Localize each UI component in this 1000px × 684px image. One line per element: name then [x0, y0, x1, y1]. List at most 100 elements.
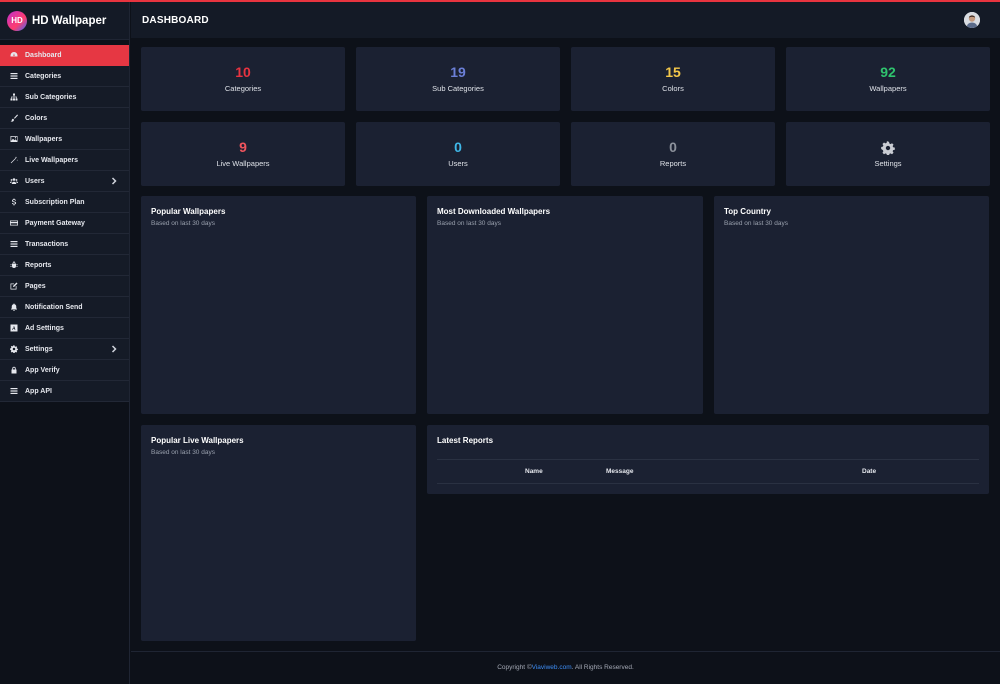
brush-icon — [9, 114, 18, 123]
dashboard-icon — [9, 51, 18, 60]
sidebar-item-live-wallpapers[interactable]: Live Wallpapers — [0, 150, 129, 171]
popular-wallpapers-panel: Popular Wallpapers Based on last 30 days — [141, 196, 416, 414]
page-title: DASHBOARD — [142, 14, 209, 26]
sidebar-item-label: Live Wallpapers — [25, 156, 79, 164]
sidebar-item-label: Subscription Plan — [25, 198, 85, 206]
stat-value: 19 — [450, 64, 466, 80]
stat-card-wallpapers[interactable]: 92 Wallpapers — [786, 47, 990, 111]
magic-icon — [9, 156, 18, 165]
sidebar-item-label: Pages — [25, 282, 46, 290]
sidebar-item-dashboard[interactable]: Dashboard — [0, 45, 129, 66]
sidebar-item-label: Payment Gateway — [25, 219, 85, 227]
sidebar-menu: Dashboard Categories Sub Categories Colors W… — [0, 45, 129, 402]
latest-reports-panel: Latest Reports Name Message Date — [427, 425, 989, 494]
stat-label: Categories — [224, 84, 262, 93]
sidebar-item-label: Notification Send — [25, 303, 83, 311]
sidebar-item-label: Sub Categories — [25, 93, 77, 101]
gear-icon — [9, 345, 18, 354]
column-header-date[interactable]: Date — [862, 468, 876, 475]
stat-label: Colors — [662, 84, 684, 93]
panel-title: Popular Wallpapers — [151, 207, 226, 216]
panel-title: Most Downloaded Wallpapers — [437, 207, 551, 216]
sidebar-item-app-verify[interactable]: App Verify — [0, 360, 129, 381]
ad-icon — [9, 324, 18, 333]
stat-card-sub-categories[interactable]: 19 Sub Categories — [356, 47, 560, 111]
panel-title: Latest Reports — [437, 436, 494, 445]
api-icon — [9, 387, 18, 396]
sidebar-item-settings[interactable]: Settings — [0, 339, 129, 360]
stat-card-live-wallpapers[interactable]: 9 Live Wallpapers — [141, 122, 345, 186]
sidebar-item-colors[interactable]: Colors — [0, 108, 129, 129]
bell-icon — [9, 303, 18, 312]
gear-icon — [786, 139, 990, 156]
panel-subtitle: Based on last 30 days — [437, 220, 501, 227]
sidebar-item-wallpapers[interactable]: Wallpapers — [0, 129, 129, 150]
sidebar: HD HD Wallpaper Dashboard Categories Sub C… — [0, 2, 130, 684]
panel-title: Top Country — [724, 207, 771, 216]
sidebar-item-reports[interactable]: Reports — [0, 255, 129, 276]
stat-value: 15 — [665, 64, 681, 80]
sidebar-item-label: Transactions — [25, 240, 69, 248]
lock-icon — [9, 366, 18, 375]
sidebar-item-payment-gateway[interactable]: Payment Gateway — [0, 213, 129, 234]
panel-title: Popular Live Wallpapers — [151, 436, 244, 445]
stat-card-categories[interactable]: 10 Categories — [141, 47, 345, 111]
sidebar-item-transactions[interactable]: Transactions — [0, 234, 129, 255]
reports-table-header: Name Message Date — [437, 459, 979, 484]
footer-link[interactable]: Viaviweb.com — [532, 664, 572, 671]
column-header-name[interactable]: Name — [525, 468, 543, 475]
credit-card-icon — [9, 219, 18, 228]
sidebar-item-label: App Verify — [25, 366, 60, 374]
panel-subtitle: Based on last 30 days — [724, 220, 788, 227]
edit-icon — [9, 282, 18, 291]
stat-value: 9 — [239, 139, 247, 155]
brand-logo: HD — [7, 10, 27, 31]
brand-name: HD Wallpaper — [32, 14, 107, 27]
column-header-message[interactable]: Message — [606, 468, 633, 475]
dollar-icon — [9, 198, 18, 207]
sidebar-item-label: Reports — [25, 261, 52, 269]
stat-label: Sub Categories — [432, 84, 484, 93]
stat-label: Users — [448, 159, 468, 168]
sidebar-item-label: Wallpapers — [25, 135, 63, 143]
sidebar-item-label: App API — [25, 387, 52, 395]
stat-card-reports[interactable]: 0 Reports — [571, 122, 775, 186]
sidebar-item-label: Categories — [25, 72, 62, 80]
panel-subtitle: Based on last 30 days — [151, 449, 215, 456]
stat-label: Wallpapers — [869, 84, 907, 93]
sidebar-item-app-api[interactable]: App API — [0, 381, 129, 402]
stat-card-colors[interactable]: 15 Colors — [571, 47, 775, 111]
stat-label: Settings — [874, 159, 902, 168]
image-icon — [9, 135, 18, 144]
top-country-panel: Top Country Based on last 30 days — [714, 196, 989, 414]
chevron-right-icon — [111, 177, 119, 185]
popular-live-wallpapers-panel: Popular Live Wallpapers Based on last 30… — [141, 425, 416, 641]
footer-suffix: . All Rights Reserved. — [571, 664, 634, 671]
users-icon — [9, 177, 18, 186]
stat-card-users[interactable]: 0 Users — [356, 122, 560, 186]
sidebar-item-ad-settings[interactable]: Ad Settings — [0, 318, 129, 339]
stat-label: Reports — [659, 159, 687, 168]
brand[interactable]: HD HD Wallpaper — [0, 2, 129, 40]
sitemap-icon — [9, 93, 18, 102]
footer: Copyright ©Viaviweb.com. All Rights Rese… — [131, 651, 1000, 684]
sidebar-item-users[interactable]: Users — [0, 171, 129, 192]
avatar[interactable] — [964, 12, 980, 28]
sidebar-item-notification-send[interactable]: Notification Send — [0, 297, 129, 318]
stat-value: 10 — [235, 64, 251, 80]
stat-value: 0 — [454, 139, 462, 155]
footer-prefix: Copyright © — [497, 664, 532, 671]
stat-value: 0 — [669, 139, 677, 155]
stat-card-settings[interactable]: Settings — [786, 122, 990, 186]
panel-subtitle: Based on last 30 days — [151, 220, 215, 227]
sidebar-item-categories[interactable]: Categories — [0, 66, 129, 87]
sidebar-item-pages[interactable]: Pages — [0, 276, 129, 297]
sidebar-item-subscription-plan[interactable]: Subscription Plan — [0, 192, 129, 213]
sidebar-item-sub-categories[interactable]: Sub Categories — [0, 87, 129, 108]
stat-label: Live Wallpapers — [216, 159, 270, 168]
chevron-right-icon — [111, 345, 119, 353]
sidebar-item-label: Users — [25, 177, 45, 185]
sidebar-item-label: Settings — [25, 345, 53, 353]
stat-value: 92 — [880, 64, 896, 80]
sidebar-item-label: Ad Settings — [25, 324, 64, 332]
